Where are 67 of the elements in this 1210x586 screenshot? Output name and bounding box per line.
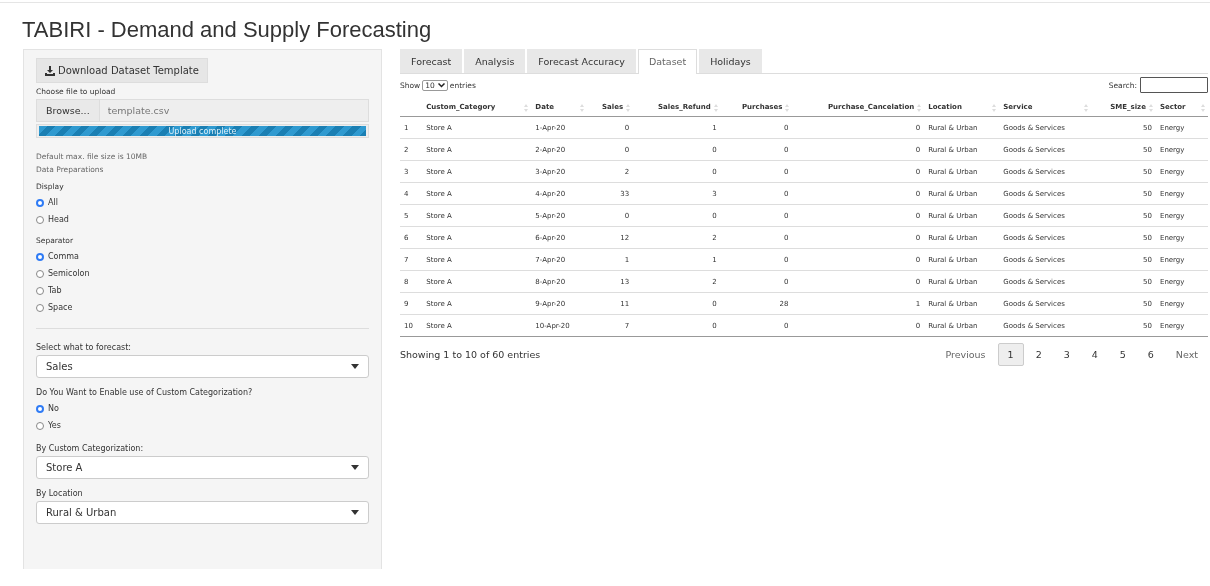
caret-icon (351, 510, 359, 515)
option-label: Space (48, 303, 73, 312)
page-button[interactable]: 3 (1053, 343, 1080, 366)
dropdown-value: Sales (46, 361, 73, 372)
chevron-icon (437, 82, 445, 88)
radio-button[interactable] (36, 215, 44, 224)
tab[interactable]: Holidays (699, 49, 762, 73)
progress-label: Upload complete (168, 126, 237, 136)
download-icon (45, 65, 55, 76)
sort-icon (1201, 104, 1205, 112)
field-label: Select what to forecast: (36, 343, 133, 352)
radio-option[interactable]: Semicolon (36, 265, 369, 282)
page-button[interactable]: 5 (1109, 343, 1136, 366)
download-button[interactable]: Download Dataset Template (36, 58, 208, 83)
caret-icon (351, 364, 359, 369)
radio-option[interactable]: Head (36, 211, 369, 228)
page-button[interactable]: 6 (1137, 343, 1164, 366)
field-label: By Custom Categorization: (36, 444, 145, 453)
radio-button[interactable] (36, 404, 44, 413)
option-label: Tab (48, 286, 62, 295)
radio-button[interactable] (36, 286, 44, 295)
radio-button[interactable] (36, 198, 44, 207)
sort-icon (1148, 104, 1153, 112)
option-label: All (48, 198, 58, 207)
dropdown-value: Store A (46, 462, 83, 473)
radio-button[interactable] (36, 421, 44, 430)
option-label: Semicolon (48, 269, 90, 278)
caret-icon (351, 465, 359, 470)
option-label: Yes (48, 421, 61, 430)
radio-option[interactable]: Comma (36, 248, 369, 265)
sort-icon (992, 104, 997, 112)
page-title: TABIRI - Demand and Supply Forecasting (22, 17, 433, 43)
dropdown[interactable]: Rural & Urban (36, 501, 369, 524)
option-label: Comma (48, 252, 79, 261)
pagination-link[interactable]: Next (1165, 343, 1208, 366)
field-label: Do You Want to Enable use of Custom Categorization? (36, 388, 254, 397)
radio-option[interactable]: No (36, 400, 369, 417)
option-label: Head (48, 215, 69, 224)
radio-button[interactable] (36, 303, 44, 312)
sort-icon (713, 104, 718, 112)
page-button[interactable]: 4 (1081, 343, 1108, 366)
page-button[interactable]: 2 (1025, 343, 1052, 366)
dropdown-value: Rural & Urban (46, 507, 117, 518)
radio-option[interactable]: Space (36, 299, 369, 316)
sort-icon (580, 104, 584, 112)
search-field[interactable] (1140, 77, 1208, 93)
tab[interactable]: Analysis (464, 49, 526, 73)
table-info: Showing 1 to 10 of 60 entries (400, 349, 541, 360)
radio-option[interactable]: Yes (36, 417, 369, 434)
sort-icon (785, 104, 790, 112)
page-button[interactable]: 1 (997, 343, 1024, 366)
tab[interactable]: Dataset (637, 49, 698, 74)
field-label: By Location (36, 489, 84, 498)
tab[interactable]: Forecast Accuracy (527, 49, 636, 73)
tab[interactable]: Forecast (400, 49, 463, 73)
option-label: No (48, 404, 59, 413)
radio-button[interactable] (36, 269, 44, 278)
radio-option[interactable]: Tab (36, 282, 369, 299)
dropdown[interactable]: Sales (36, 355, 369, 378)
dropdown[interactable]: Store A (36, 456, 369, 479)
radio-button[interactable] (36, 252, 44, 261)
sort-icon (626, 104, 631, 112)
sort-icon (917, 104, 922, 112)
radio-option[interactable]: All (36, 194, 369, 211)
sort-icon (524, 104, 529, 112)
sort-icon (1083, 104, 1088, 112)
pagination-link[interactable]: Previous (935, 343, 996, 366)
